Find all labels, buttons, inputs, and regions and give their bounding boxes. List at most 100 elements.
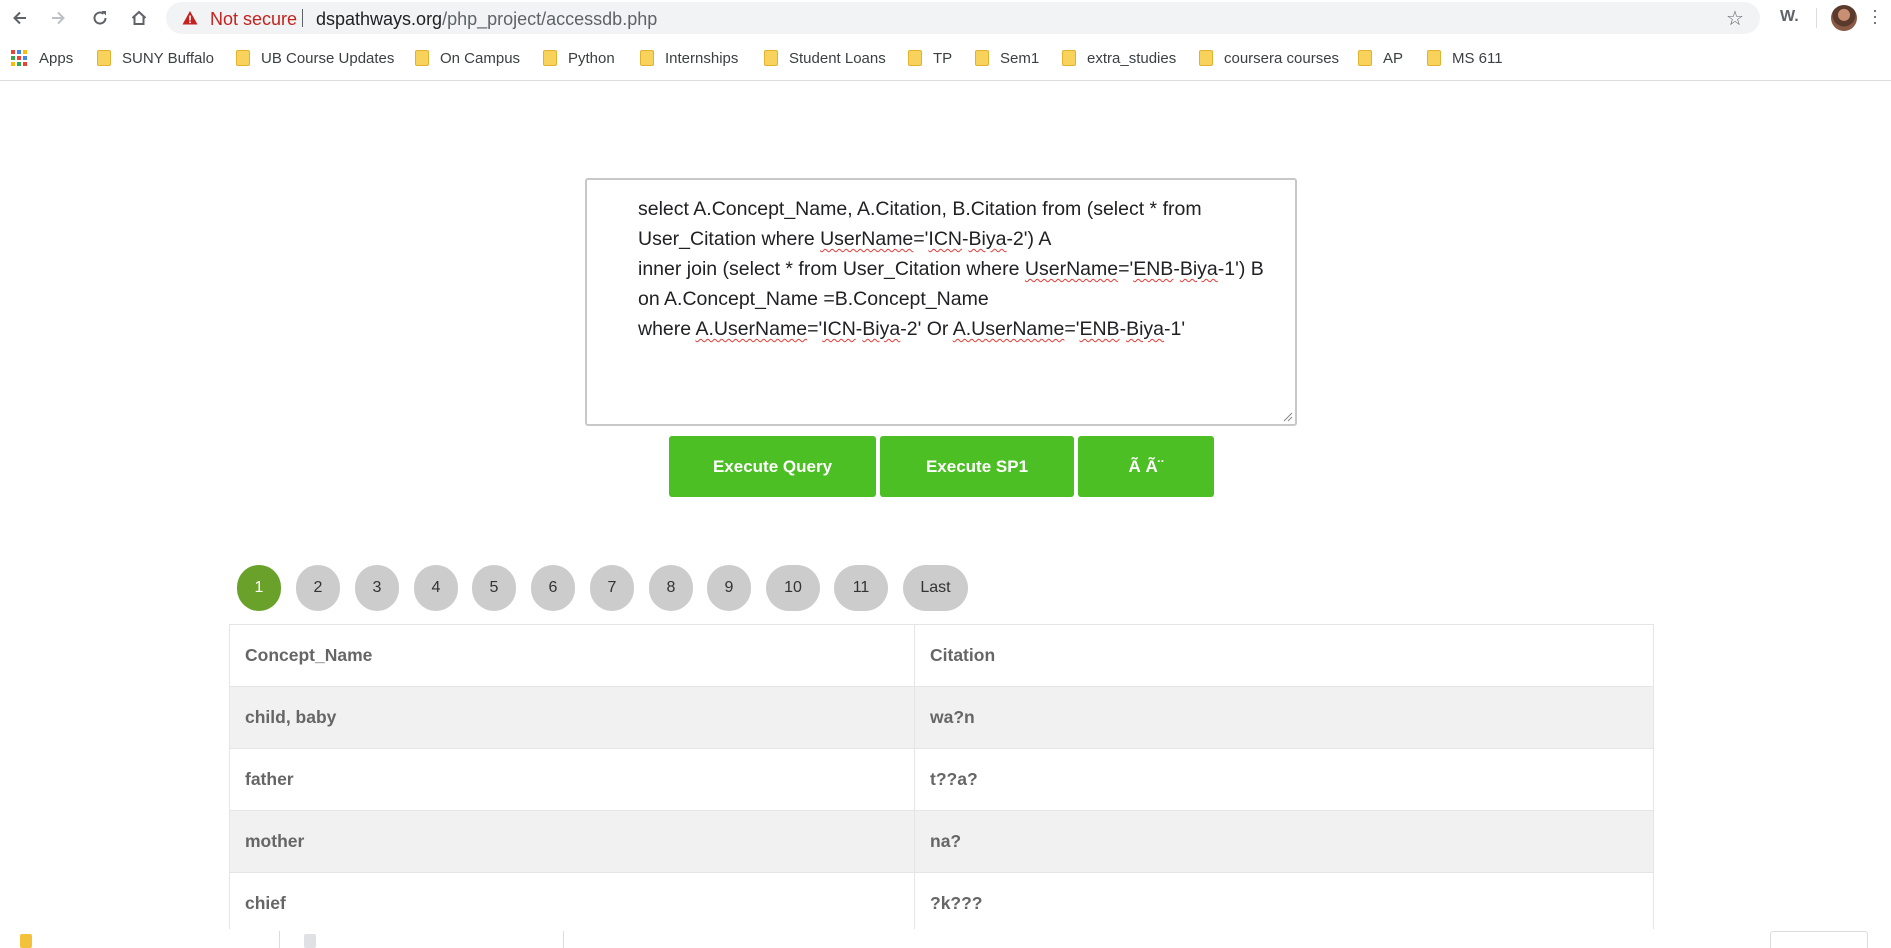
- url-text[interactable]: dspathways.org/php_project/accessdb.php: [316, 9, 657, 30]
- resize-grip-icon[interactable]: [1281, 410, 1293, 422]
- warning-icon: [182, 11, 198, 25]
- third-action-button[interactable]: Ã Ã¨: [1078, 436, 1214, 497]
- bookmark-python[interactable]: Python: [543, 47, 615, 69]
- bookmark-star-icon[interactable]: ☆: [1726, 6, 1744, 31]
- bookmark-sem1[interactable]: Sem1: [975, 47, 1039, 69]
- bookmark-label: AP: [1383, 49, 1404, 67]
- bookmark-label: MS 611: [1452, 49, 1503, 67]
- folder-icon: [97, 50, 111, 66]
- menu-kebab-icon[interactable]: · · ·: [1872, 1, 1878, 31]
- downloads-divider: [279, 931, 280, 948]
- folder-icon: [1062, 50, 1076, 66]
- home-button[interactable]: [125, 4, 153, 32]
- page-last-button[interactable]: Last: [903, 565, 968, 611]
- bookmark-label: coursera courses: [1224, 49, 1340, 67]
- bookmark-extra-studies[interactable]: extra_studies: [1062, 47, 1176, 69]
- query-line-3: inner join (select * from User_Citation …: [638, 258, 1264, 280]
- profile-avatar[interactable]: [1831, 5, 1857, 31]
- table-row: child, baby wa?n: [229, 686, 1654, 749]
- url-domain: dspathways.org: [316, 9, 443, 29]
- query-line-4: on A.Concept_Name =B.Concept_Name: [638, 288, 989, 310]
- bookmark-coursera-courses[interactable]: coursera courses: [1199, 47, 1339, 69]
- pagination: 1 2 3 4 5 6 7 8 9 10 11 Last: [0, 565, 1891, 613]
- folder-icon: [1358, 50, 1372, 66]
- bookmark-tp[interactable]: TP: [908, 47, 952, 69]
- back-button[interactable]: [6, 4, 34, 32]
- cell-citation: wa?n: [914, 686, 1654, 749]
- bookmark-internships[interactable]: Internships: [640, 47, 738, 69]
- page-8-button[interactable]: 8: [649, 565, 693, 611]
- omnibox-divider: [302, 9, 303, 27]
- bookmark-label: SUNY Buffalo: [122, 49, 214, 67]
- home-icon: [131, 10, 147, 25]
- downloads-bar: [0, 929, 1891, 948]
- query-line-2: User_Citation where UserName='ICN-Biya-2…: [638, 228, 1052, 250]
- table-header-row: Concept_Name Citation: [229, 624, 1654, 687]
- reload-icon: [93, 11, 107, 25]
- execute-query-button[interactable]: Execute Query: [669, 436, 876, 497]
- forward-arrow-icon: [52, 11, 65, 25]
- reload-button[interactable]: [86, 4, 114, 32]
- bookmark-label: Sem1: [1000, 49, 1040, 67]
- query-textarea[interactable]: select A.Concept_Name, A.Citation, B.Cit…: [585, 178, 1297, 426]
- extension-w-icon[interactable]: W.: [1780, 8, 1799, 26]
- query-line-1: select A.Concept_Name, A.Citation, B.Cit…: [638, 198, 1202, 220]
- page-2-button[interactable]: 2: [296, 565, 340, 611]
- bookmark-label: extra_studies: [1087, 49, 1177, 67]
- address-bar[interactable]: Not secure dspathways.org/php_project/ac…: [166, 2, 1760, 34]
- table-row: father t??a?: [229, 748, 1654, 811]
- bookmark-label: TP: [933, 49, 953, 67]
- browser-toolbar: Not secure dspathways.org/php_project/ac…: [0, 0, 1891, 36]
- page-1-button[interactable]: 1: [237, 565, 281, 611]
- column-header-citation: Citation: [914, 624, 1654, 687]
- page-3-button[interactable]: 3: [355, 565, 399, 611]
- page-4-button[interactable]: 4: [414, 565, 458, 611]
- bookmark-on-campus[interactable]: On Campus: [415, 47, 520, 69]
- bookmark-ms-611[interactable]: MS 611: [1427, 47, 1503, 69]
- bookmark-ub-course-updates[interactable]: UB Course Updates: [236, 47, 394, 69]
- folder-icon: [543, 50, 557, 66]
- query-line-5: where A.UserName='ICN-Biya-2' Or A.UserN…: [638, 318, 1186, 340]
- page-10-button[interactable]: 10: [766, 565, 820, 611]
- bookmark-label: Student Loans: [789, 49, 886, 67]
- page-7-button[interactable]: 7: [590, 565, 634, 611]
- table-row: mother na?: [229, 810, 1654, 873]
- column-header-concept-name: Concept_Name: [229, 624, 915, 687]
- execute-sp1-button[interactable]: Execute SP1: [880, 436, 1074, 497]
- page-9-button[interactable]: 9: [707, 565, 751, 611]
- cell-concept-name: father: [229, 748, 915, 811]
- bookmarks-bar: Apps SUNY Buffalo UB Course Updates On C…: [0, 36, 1891, 81]
- bookmark-label: Python: [568, 49, 615, 67]
- bookmark-suny-buffalo[interactable]: SUNY Buffalo: [97, 47, 214, 69]
- bookmark-label: On Campus: [440, 49, 521, 67]
- cell-concept-name: child, baby: [229, 686, 915, 749]
- table-row: chief ?k???: [229, 872, 1654, 935]
- cell-citation: na?: [914, 810, 1654, 873]
- folder-icon: [908, 50, 922, 66]
- page-5-button[interactable]: 5: [472, 565, 516, 611]
- toolbar-divider: [1816, 8, 1817, 28]
- not-secure-label[interactable]: Not secure: [210, 9, 297, 30]
- bookmark-label: Internships: [665, 49, 739, 67]
- url-path: /php_project/accessdb.php: [442, 9, 658, 29]
- download-file-icon[interactable]: [304, 934, 316, 948]
- bookmark-student-loans[interactable]: Student Loans: [764, 47, 886, 69]
- bookmark-apps[interactable]: Apps: [11, 47, 73, 69]
- page-6-button[interactable]: 6: [531, 565, 575, 611]
- show-all-downloads-button[interactable]: [1770, 931, 1868, 948]
- apps-grid-icon: [11, 50, 27, 66]
- cell-concept-name: chief: [229, 872, 915, 935]
- download-file-icon[interactable]: [20, 934, 32, 948]
- bookmark-label: Apps: [39, 49, 74, 67]
- folder-icon: [1427, 50, 1441, 66]
- cell-citation: ?k???: [914, 872, 1654, 935]
- back-arrow-icon: [13, 11, 26, 25]
- folder-icon: [640, 50, 654, 66]
- bookmark-ap[interactable]: AP: [1358, 47, 1403, 69]
- folder-icon: [975, 50, 989, 66]
- folder-icon: [236, 50, 250, 66]
- forward-button[interactable]: [44, 4, 72, 32]
- cell-citation: t??a?: [914, 748, 1654, 811]
- page-11-button[interactable]: 11: [834, 565, 888, 611]
- downloads-divider: [563, 931, 564, 948]
